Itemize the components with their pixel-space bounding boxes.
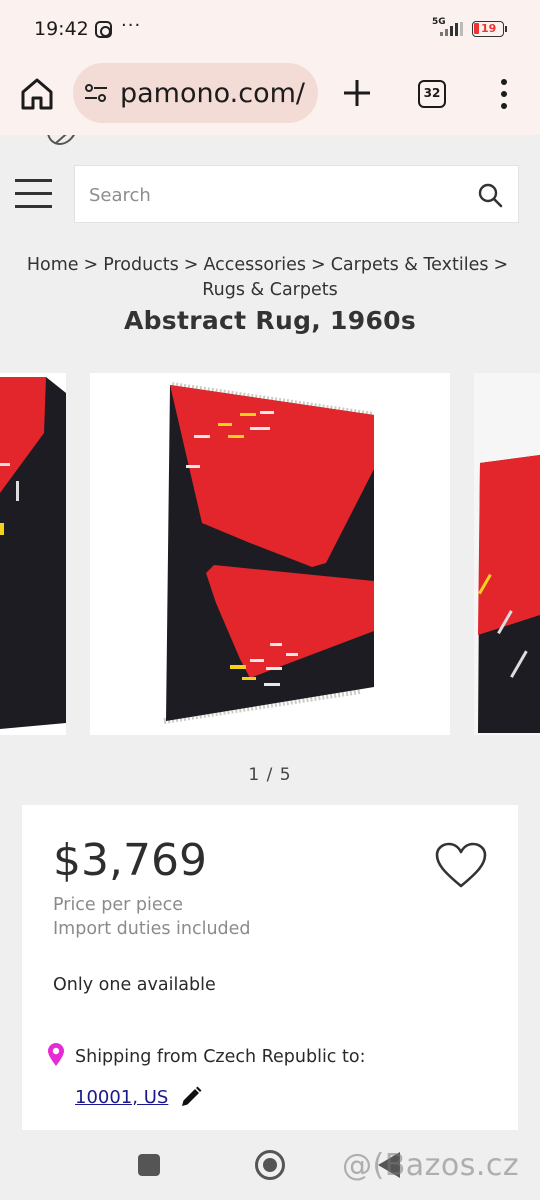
product-title: Abstract Rug, 1960s xyxy=(123,306,417,335)
price: $3,769 xyxy=(53,835,207,886)
battery-icon: 19 xyxy=(472,21,507,37)
breadcrumb-rugs-carpets[interactable]: Rugs & Carpets xyxy=(202,280,337,300)
previous-product-image[interactable] xyxy=(0,373,66,735)
search-icon[interactable] xyxy=(477,182,503,208)
breadcrumb-accessories[interactable]: Accessories xyxy=(203,255,306,275)
image-carousel[interactable] xyxy=(0,373,540,735)
shipping-origin-text: Shipping from Czech Republic to: xyxy=(75,1047,366,1067)
site-settings-icon[interactable] xyxy=(84,83,108,103)
pamono-logo-icon[interactable] xyxy=(44,135,80,153)
instagram-notification-icon xyxy=(95,21,112,38)
new-tab-icon[interactable] xyxy=(340,76,374,110)
browser-chrome: 19:42 ··· 5G 19 pamono.com/ 32 xyxy=(0,0,540,135)
signal-icon xyxy=(440,22,464,36)
breadcrumb-separator: > xyxy=(183,255,199,275)
battery-level: 19 xyxy=(481,22,497,35)
breadcrumb-separator: > xyxy=(493,255,509,275)
tabs-button[interactable]: 32 xyxy=(418,80,446,108)
address-bar[interactable]: pamono.com/ xyxy=(73,63,318,123)
menu-icon[interactable] xyxy=(15,175,53,211)
next-product-image[interactable] xyxy=(474,373,540,735)
favorite-heart-icon[interactable] xyxy=(434,842,488,890)
web-page: Home>Products>Accessories>Carpets & Text… xyxy=(0,135,540,1130)
breadcrumb-separator: > xyxy=(311,255,326,275)
overflow-menu-icon[interactable] xyxy=(496,78,512,110)
main-product-image[interactable] xyxy=(90,373,450,735)
breadcrumb: Home > Products > Accessories > Carpets & Text… xyxy=(0,253,540,303)
duties-note: Import duties included xyxy=(53,919,251,939)
breadcrumb-separator: > xyxy=(83,255,99,275)
price-note: Price per piece xyxy=(53,895,184,915)
location-pin-icon xyxy=(48,1043,64,1066)
watermark: @(Bazos.cz xyxy=(342,1148,520,1183)
price-card: $3,769 Price per piece Import duties inc… xyxy=(22,805,518,1130)
url-text[interactable]: pamono.com/ xyxy=(120,78,305,109)
breadcrumb-carpets-textiles[interactable]: Carpets & Textiles xyxy=(331,255,489,275)
home-icon[interactable] xyxy=(18,75,56,113)
recent-apps-icon[interactable] xyxy=(138,1154,160,1176)
availability-text: Only one available xyxy=(53,975,216,995)
status-bar: 19:42 ··· 5G 19 xyxy=(0,0,540,60)
home-circle-icon[interactable] xyxy=(255,1150,285,1180)
breadcrumb-home[interactable]: Home xyxy=(27,255,79,275)
search-bar xyxy=(74,165,519,223)
edit-pencil-icon[interactable] xyxy=(179,1085,203,1109)
system-navigation-bar: @(Bazos.cz xyxy=(0,1130,540,1200)
image-counter: 1 / 5 xyxy=(248,765,292,785)
shipping-destination-link[interactable]: 10001, US xyxy=(75,1087,168,1108)
status-time: 19:42 xyxy=(34,18,89,40)
more-notifications-indicator: ··· xyxy=(121,15,142,36)
browser-toolbar: pamono.com/ 32 xyxy=(0,60,540,130)
breadcrumb-products[interactable]: Products xyxy=(103,255,179,275)
search-input[interactable] xyxy=(89,180,459,210)
